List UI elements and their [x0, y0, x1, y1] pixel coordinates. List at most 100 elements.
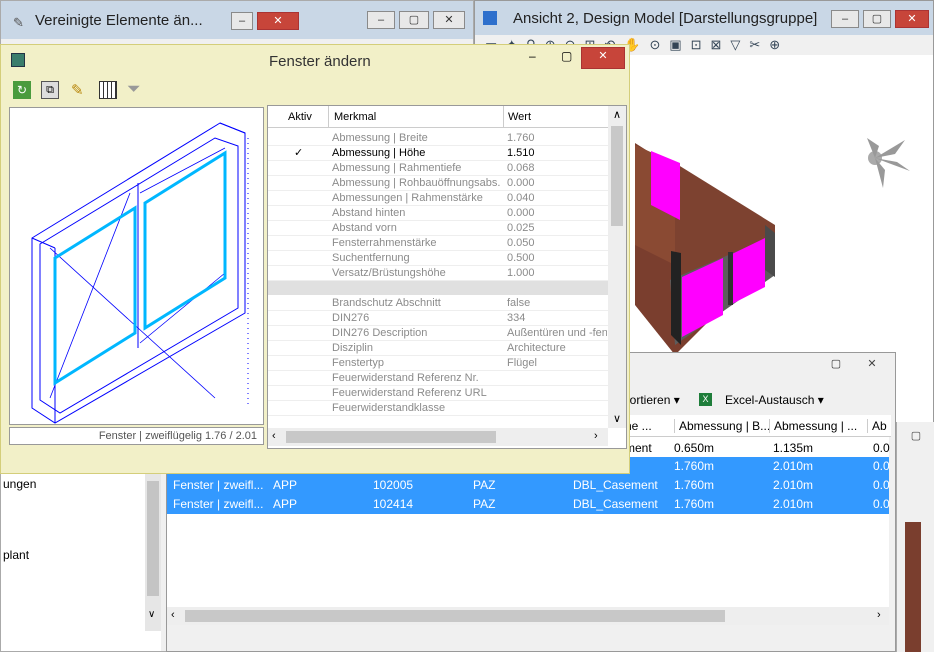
- column-header[interactable]: Abmessung | ...: [769, 419, 857, 433]
- close-button[interactable]: ✕: [257, 12, 299, 30]
- scroll-right-arrow[interactable]: ›: [877, 609, 881, 621]
- properties-grid: Aktiv Merkmal Wert Abmessung | Breite 1.7…: [267, 105, 627, 449]
- scroll-left-arrow[interactable]: ‹: [171, 609, 175, 621]
- property-value[interactable]: 334: [507, 311, 607, 326]
- property-value[interactable]: 0.040: [507, 191, 607, 206]
- maximize-button[interactable]: ▢: [821, 356, 851, 374]
- property-name: Abmessungen | Rahmenstärke: [332, 192, 483, 204]
- cell-extra: 0.0: [873, 441, 890, 455]
- property-row[interactable]: DIN276 334: [268, 311, 608, 326]
- view-title: Ansicht 2, Design Model [Darstellungsgru…: [513, 10, 818, 27]
- maximize-button[interactable]: ▢: [399, 11, 429, 29]
- cell-name: Fenster | zweifl...: [173, 478, 264, 492]
- scrollbar-thumb[interactable]: [147, 481, 159, 596]
- property-row[interactable]: Versatz/Brüstungshöhe 1.000: [268, 266, 608, 281]
- window-preview-drawing: [31, 122, 249, 424]
- property-row[interactable]: Feuerwiderstandklasse: [268, 401, 608, 416]
- scroll-left-arrow[interactable]: ‹: [272, 430, 276, 442]
- property-row[interactable]: Brandschutz Abschnitt false: [268, 296, 608, 311]
- property-value[interactable]: 1.510: [507, 146, 607, 161]
- cell-type: DBL_Casement: [573, 478, 658, 492]
- refresh-icon[interactable]: ↻: [13, 81, 31, 99]
- tree-scrollbar[interactable]: ∨: [145, 471, 161, 631]
- active-checkbox[interactable]: ✓: [294, 146, 303, 161]
- property-row[interactable]: DIN276 Description Außentüren und -fenste…: [268, 326, 608, 341]
- cell-w: 1.760m: [674, 478, 715, 492]
- table-row[interactable]: Fenster | zweifl... APP 102414 PAZ DBL_Casem…: [167, 495, 890, 514]
- property-value[interactable]: 0.068: [507, 161, 607, 176]
- minimize-button[interactable]: –: [231, 12, 253, 30]
- property-name: Versatz/Brüstungshöhe: [332, 267, 446, 279]
- column-header[interactable]: Ab: [867, 419, 887, 433]
- table-row[interactable]: Fenster | zweifl... APP 102005 PAZ DBL_Casem…: [167, 476, 890, 495]
- property-value[interactable]: false: [507, 296, 607, 311]
- grid-vscrollbar[interactable]: ∧ ∨: [608, 106, 626, 428]
- cell-paz: PAZ: [473, 497, 496, 511]
- table-hscrollbar[interactable]: ‹ ›: [167, 607, 889, 625]
- maximize-button[interactable]: ▢: [561, 49, 572, 63]
- scrollbar-thumb[interactable]: [611, 126, 623, 226]
- copy-properties-icon[interactable]: ⧉: [41, 81, 59, 99]
- dialog-title: Fenster ändern: [269, 53, 371, 70]
- property-value[interactable]: Architecture: [507, 341, 607, 356]
- grid-column-divider: [503, 106, 504, 128]
- grid-hscrollbar[interactable]: ‹ ›: [268, 428, 608, 446]
- property-row[interactable]: Fenstertyp Flügel: [268, 356, 608, 371]
- property-value[interactable]: 0.000: [507, 176, 607, 191]
- minimize-button[interactable]: –: [529, 49, 536, 63]
- close-button[interactable]: ▢: [901, 428, 931, 446]
- column-header-merkmal[interactable]: Merkmal: [334, 106, 376, 128]
- grid-icon[interactable]: [99, 81, 117, 99]
- column-header[interactable]: Abmessung | B...: [674, 419, 770, 433]
- close-button[interactable]: ✕: [853, 356, 891, 374]
- property-value[interactable]: 0.500: [507, 251, 607, 266]
- property-value[interactable]: 1.000: [507, 266, 607, 281]
- property-row[interactable]: Abstand hinten 0.000: [268, 206, 608, 221]
- column-header-aktiv[interactable]: Aktiv: [288, 106, 312, 128]
- property-name: DIN276: [332, 312, 370, 324]
- dialog-titlebar: Fenster ändern – ▢ ✕: [1, 45, 629, 75]
- property-name: Brandschutz Abschnitt: [332, 297, 441, 309]
- property-row[interactable]: Abmessung | Breite 1.760: [268, 131, 608, 146]
- bg-window-left-titlebar: ✎ Vereinigte Elemente än... – ✕ – ▢ ✕: [1, 1, 473, 39]
- cell-id: 102005: [373, 478, 414, 492]
- scrollbar-thumb[interactable]: [185, 610, 725, 622]
- scroll-down-arrow[interactable]: ∨: [613, 412, 621, 425]
- model-fragment: [905, 522, 921, 652]
- tree-item[interactable]: ungen: [3, 477, 36, 491]
- property-value[interactable]: 1.760: [507, 131, 607, 146]
- edit-icon[interactable]: ✎: [71, 81, 89, 99]
- maximize-button[interactable]: ▢: [863, 10, 891, 28]
- scroll-up-arrow[interactable]: ∧: [613, 108, 621, 121]
- property-value[interactable]: 0.025: [507, 221, 607, 236]
- property-value[interactable]: Flügel: [507, 356, 607, 371]
- property-row[interactable]: Abstand vorn 0.025: [268, 221, 608, 236]
- view-icon: [483, 11, 497, 25]
- close-button[interactable]: ✕: [895, 10, 929, 28]
- property-row[interactable]: Feuerwiderstand Referenz URL: [268, 386, 608, 401]
- property-row[interactable]: Abmessungen | Rahmenstärke 0.040: [268, 191, 608, 206]
- property-row[interactable]: Abmessung | Rahmentiefe 0.068: [268, 161, 608, 176]
- scroll-right-arrow[interactable]: ›: [594, 430, 598, 442]
- view-cube-arrows-icon[interactable]: [855, 126, 925, 196]
- property-row[interactable]: Suchentfernung 0.500: [268, 251, 608, 266]
- tree-item[interactable]: plant: [3, 548, 29, 562]
- close-button[interactable]: ✕: [581, 47, 625, 69]
- column-header-wert[interactable]: Wert: [508, 106, 531, 128]
- property-value[interactable]: Außentüren und -fenster: [507, 326, 607, 341]
- excel-exchange-dropdown[interactable]: Excel-Austausch ▾: [725, 393, 824, 407]
- minimize-button[interactable]: –: [831, 10, 859, 28]
- cell-app: APP: [273, 478, 298, 492]
- property-row[interactable]: Disziplin Architecture: [268, 341, 608, 356]
- property-row[interactable]: ✓ Abmessung | Höhe 1.510: [268, 146, 608, 161]
- close-button[interactable]: ✕: [433, 11, 465, 29]
- property-value[interactable]: 0.050: [507, 236, 607, 251]
- property-row[interactable]: Feuerwiderstand Referenz Nr.: [268, 371, 608, 386]
- property-value[interactable]: 0.000: [507, 206, 607, 221]
- minimize-button[interactable]: –: [367, 11, 395, 29]
- filter-icon[interactable]: ⏷: [127, 79, 141, 99]
- scrollbar-thumb[interactable]: [286, 431, 496, 443]
- scroll-down-arrow[interactable]: ∨: [148, 609, 155, 620]
- property-row[interactable]: Abmessung | Rohbauöffnungsabs... 0.000: [268, 176, 608, 191]
- property-row[interactable]: Fensterrahmenstärke 0.050: [268, 236, 608, 251]
